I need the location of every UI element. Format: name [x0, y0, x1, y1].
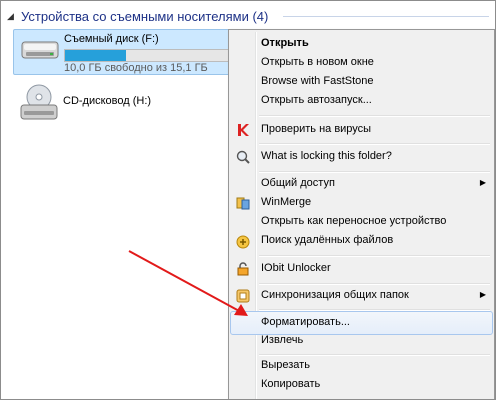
drive-f-label: Съемный диск (F:) [64, 33, 159, 45]
menu-separator [259, 143, 490, 145]
menu-item-label: Проверить на вирусы [261, 123, 372, 135]
menu-item-label: Открыть как переносное устройство [261, 215, 447, 227]
menu-item-label: WinMerge [261, 196, 312, 208]
menu-item-label: Поиск удалённых файлов [261, 234, 394, 246]
submenu-arrow-icon: ▶ [479, 178, 486, 187]
recovery-icon [235, 233, 251, 249]
unlock-icon [235, 261, 251, 277]
menu-item-eject[interactable]: Извлечь [231, 330, 492, 352]
collapse-chevron-icon[interactable]: ◢ [7, 11, 21, 22]
menu-separator [259, 115, 490, 117]
menu-item-label: What is locking this folder? [261, 150, 392, 162]
winmerge-icon [235, 195, 251, 211]
magnifier-lock-icon [235, 149, 251, 165]
menu-item-label: IObit Unlocker [261, 262, 331, 274]
explorer-window: ◢ Устройства со съемными носителями (4) … [0, 0, 496, 400]
kaspersky-icon [235, 122, 251, 138]
menu-item-iobit-unlocker[interactable]: IObit Unlocker [231, 258, 492, 280]
menu-item-scan-viruses[interactable]: Проверить на вирусы [231, 119, 492, 141]
group-divider [283, 16, 489, 17]
menu-item-label: Общий доступ [261, 177, 335, 189]
drive-tile-h[interactable]: CD-дисковод (H:) [13, 83, 213, 127]
submenu-arrow-icon: ▶ [479, 290, 486, 299]
sync-icon [235, 288, 251, 304]
group-header[interactable]: ◢ Устройства со съемными носителями (4) [7, 7, 268, 25]
group-title: Устройства со съемными носителями (4) [21, 8, 269, 24]
menu-item-copy[interactable]: Копировать [231, 374, 492, 396]
menu-item-label: Синхронизация общих папок [261, 289, 409, 301]
menu-item-label: Открыть автозапуск... [261, 94, 372, 106]
drive-f-free-space: 10,0 ГБ свободно из 15,1 ГБ [64, 62, 208, 74]
drive-f-usage-bar [64, 49, 246, 62]
removable-drive-icon [20, 36, 60, 69]
menu-separator [259, 255, 490, 257]
context-menu: Открыть Открыть в новом окне Browse with… [228, 29, 495, 399]
menu-item-label: Копировать [261, 378, 321, 390]
menu-item-label: Открыть в новом окне [261, 56, 374, 68]
menu-item-locking-folder[interactable]: What is locking this folder? [231, 146, 492, 168]
cd-drive-icon [19, 83, 59, 126]
menu-item-label: Открыть [261, 37, 309, 49]
menu-item-label: Browse with FastStone [261, 75, 374, 87]
menu-item-open-autoplay[interactable]: Открыть автозапуск... [231, 90, 492, 112]
menu-item-label: Извлечь [261, 334, 304, 346]
menu-item-sync-shared[interactable]: Синхронизация общих папок ▶ [231, 285, 492, 307]
menu-item-label: Вырезать [261, 359, 310, 371]
drive-f-usage-fill [65, 50, 127, 61]
menu-item-label: Форматировать... [261, 316, 350, 328]
drive-tile-f[interactable]: Съемный диск (F:) 10,0 ГБ свободно из 15… [13, 29, 247, 75]
menu-item-find-deleted[interactable]: Поиск удалённых файлов [231, 230, 492, 252]
drive-h-label: CD-дисковод (H:) [63, 95, 152, 107]
